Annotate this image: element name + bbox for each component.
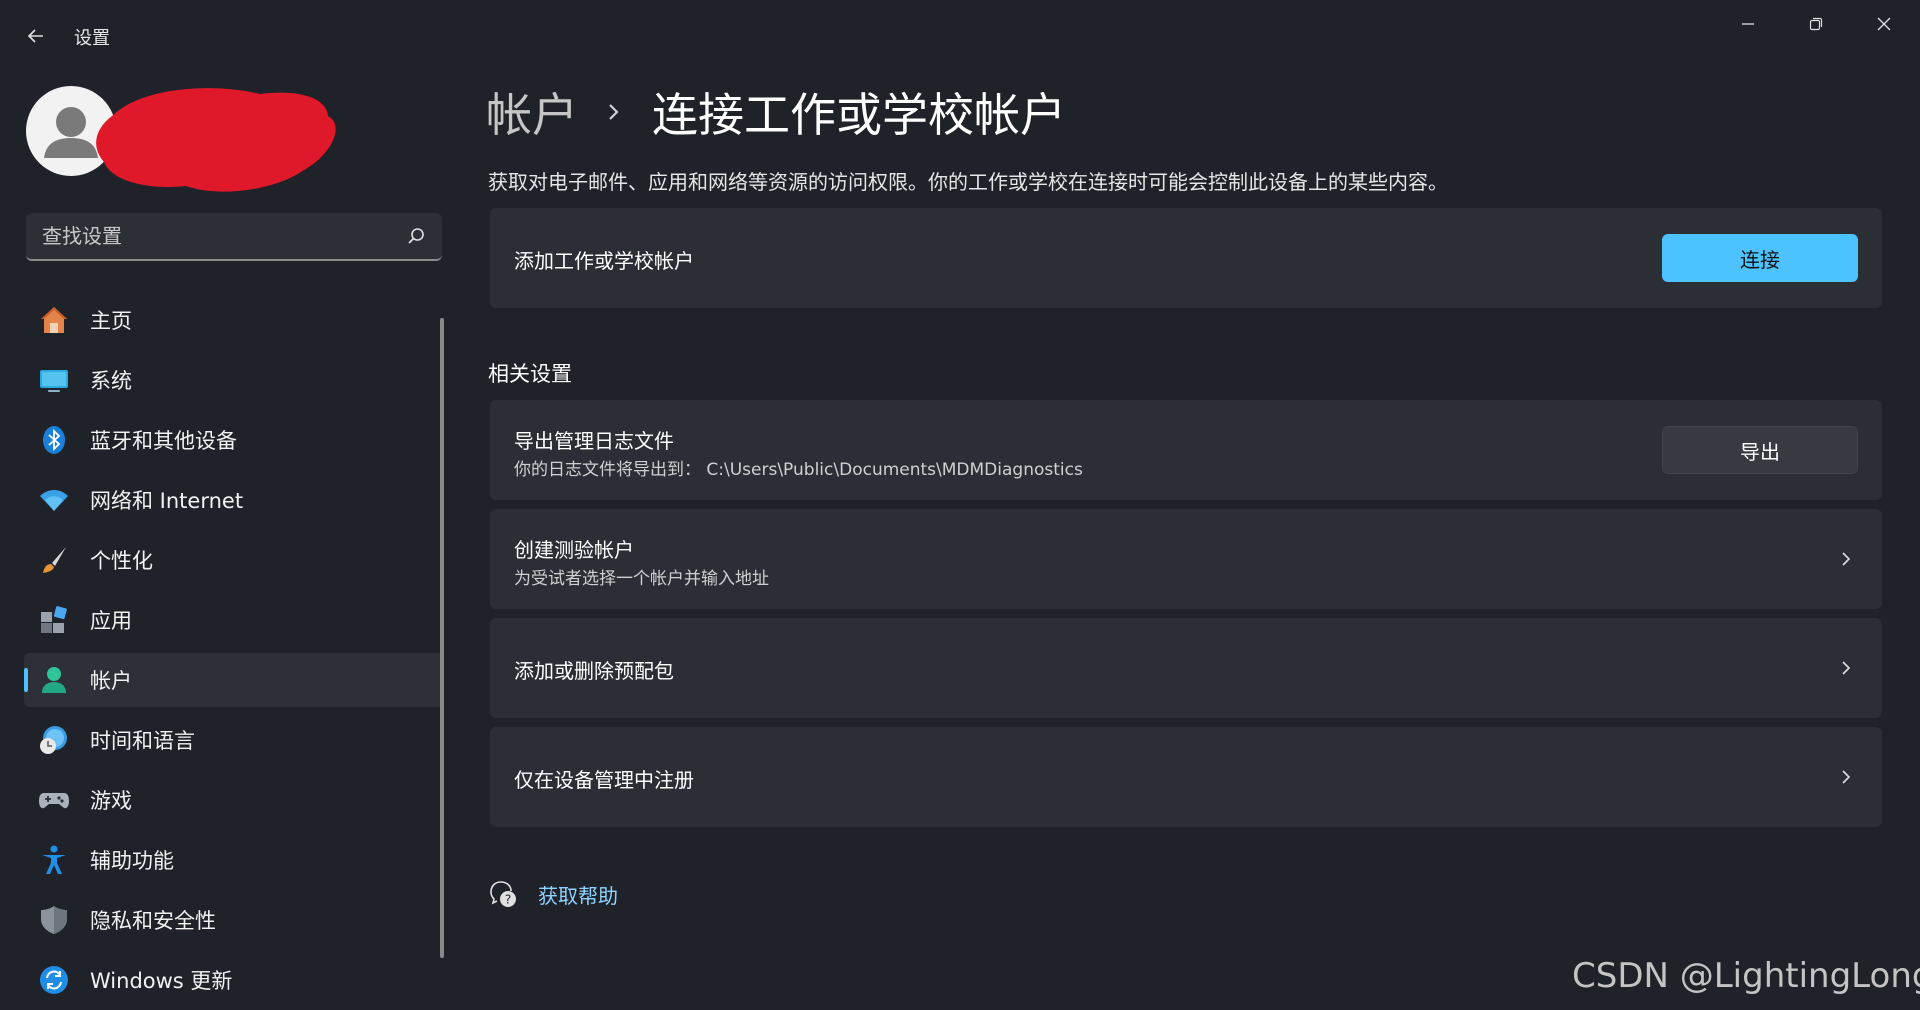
brush-icon: [38, 544, 70, 576]
sidebar-nav: 主页 系统 蓝牙和其他设备 网络和 Internet 个性化 应用 帐户 时间和…: [24, 293, 444, 1010]
sidebar-item-gaming[interactable]: 游戏: [24, 773, 444, 827]
get-help[interactable]: ? 获取帮助: [488, 876, 618, 912]
search-input[interactable]: [40, 213, 400, 259]
sidebar-item-label: 个性化: [90, 549, 153, 573]
test-account-card[interactable]: 创建测验帐户 为受试者选择一个帐户并输入地址: [490, 509, 1882, 609]
back-button[interactable]: [18, 18, 54, 54]
sidebar-item-label: 辅助功能: [90, 849, 174, 873]
close-icon: [1877, 17, 1891, 31]
watermark: CSDN @LightingLong: [1572, 956, 1920, 996]
bluetooth-icon: [38, 424, 70, 456]
sidebar-item-label: 网络和 Internet: [90, 489, 244, 513]
sidebar-item-label: 蓝牙和其他设备: [90, 429, 237, 453]
sidebar-item-label: 隐私和安全性: [90, 909, 216, 933]
sidebar-item-time-language[interactable]: 时间和语言: [24, 713, 444, 767]
related-settings-heading: 相关设置: [488, 362, 572, 386]
sidebar-item-windows-update[interactable]: Windows 更新: [24, 953, 444, 1007]
sidebar-item-bluetooth[interactable]: 蓝牙和其他设备: [24, 413, 444, 467]
time-language-icon: [38, 724, 70, 756]
home-icon: [38, 304, 70, 336]
sidebar-item-label: 系统: [90, 369, 132, 393]
breadcrumb-parent[interactable]: 帐户: [486, 79, 578, 145]
chevron-right-icon: [1842, 770, 1851, 784]
redacted-user-name: [96, 88, 336, 192]
sidebar-item-label: 帐户: [90, 669, 132, 693]
settings-window: 设置 查找设置 主页 系统 蓝牙和其他设备 网络和 Internet 个性化 应…: [0, 0, 1920, 1010]
page-description: 获取对电子邮件、应用和网络等资源的访问权限。你的工作或学校在连接时可能会控制此设…: [488, 170, 1448, 194]
sidebar-item-home[interactable]: 主页: [24, 293, 444, 347]
export-logs-subtitle: 你的日志文件将导出到： C:\Users\Public\Documents\MD…: [514, 460, 1083, 480]
shield-icon: [38, 904, 70, 936]
account-icon: [38, 664, 70, 696]
apps-icon: [38, 604, 70, 636]
device-management-card[interactable]: 仅在设备管理中注册: [490, 727, 1882, 827]
connect-button[interactable]: 连接: [1662, 234, 1858, 282]
sidebar-item-system[interactable]: 系统: [24, 353, 444, 407]
sidebar-item-label: 主页: [90, 309, 132, 333]
sidebar-item-label: 应用: [90, 609, 132, 633]
active-indicator: [24, 668, 28, 692]
chevron-right-icon: [1842, 661, 1851, 675]
chevron-right-icon: [1842, 552, 1851, 566]
gamepad-icon: [38, 784, 70, 816]
add-account-title: 添加工作或学校帐户: [514, 249, 694, 273]
app-title: 设置: [74, 28, 110, 49]
get-help-link[interactable]: 获取帮助: [538, 880, 618, 909]
sidebar-item-apps[interactable]: 应用: [24, 593, 444, 647]
provisioning-package-card[interactable]: 添加或删除预配包: [490, 618, 1882, 718]
search-box[interactable]: [26, 213, 442, 261]
provisioning-package-title: 添加或删除预配包: [514, 659, 674, 683]
chevron-right-icon: [604, 102, 624, 122]
sidebar-item-accessibility[interactable]: 辅助功能: [24, 833, 444, 887]
export-logs-title: 导出管理日志文件: [514, 429, 674, 453]
accessibility-icon: [38, 844, 70, 876]
system-icon: [38, 364, 70, 396]
minimize-button[interactable]: [1720, 8, 1776, 40]
restore-icon: [1809, 17, 1823, 31]
sidebar-item-label: 时间和语言: [90, 729, 195, 753]
help-chat-icon: ?: [490, 881, 516, 907]
sidebar-scrollbar[interactable]: [440, 318, 444, 958]
user-profile: [26, 86, 366, 196]
wifi-icon: [38, 484, 70, 516]
export-button[interactable]: 导出: [1662, 426, 1858, 474]
close-button[interactable]: [1856, 8, 1912, 40]
test-account-title: 创建测验帐户: [514, 538, 634, 562]
restore-button[interactable]: [1788, 8, 1844, 40]
sidebar-item-label: Windows 更新: [90, 969, 233, 993]
device-management-title: 仅在设备管理中注册: [514, 768, 694, 792]
search-icon[interactable]: [406, 226, 426, 246]
svg-text:?: ?: [505, 893, 511, 907]
minimize-icon: [1742, 23, 1754, 25]
breadcrumb: 帐户 连接工作或学校帐户: [486, 82, 1066, 142]
sidebar-item-personalization[interactable]: 个性化: [24, 533, 444, 587]
sidebar-item-privacy[interactable]: 隐私和安全性: [24, 893, 444, 947]
page-title: 连接工作或学校帐户: [652, 88, 1066, 142]
title-bar: 设置: [0, 0, 1920, 72]
back-arrow-icon: [27, 29, 43, 43]
sidebar-item-label: 游戏: [90, 789, 132, 813]
test-account-subtitle: 为受试者选择一个帐户并输入地址: [514, 569, 769, 589]
update-icon: [38, 964, 70, 996]
sidebar-item-network[interactable]: 网络和 Internet: [24, 473, 444, 527]
sidebar-item-accounts[interactable]: 帐户: [24, 653, 444, 707]
